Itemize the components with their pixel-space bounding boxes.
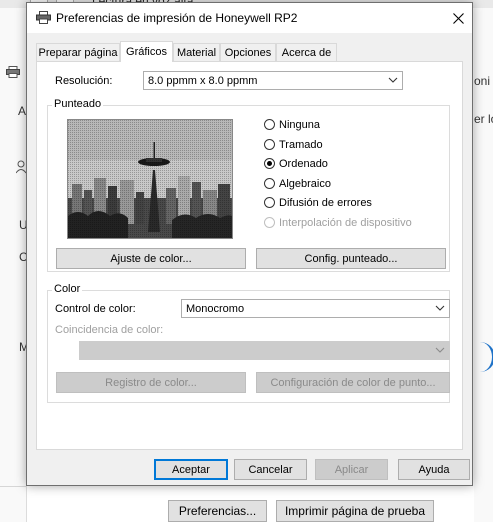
tab-opciones[interactable]: Opciones	[220, 43, 276, 61]
dither-option-difusion-errores[interactable]: Difusión de errores	[264, 195, 372, 210]
radio-button-disabled	[264, 217, 275, 228]
radio-button-selected[interactable]	[264, 158, 275, 169]
graphics-tab-panel: Resolución: 8.0 ppmm x 8.0 ppmm Punteado	[36, 61, 463, 450]
chevron-down-icon	[435, 305, 445, 311]
user-icon	[16, 160, 26, 174]
background-divider	[0, 486, 26, 487]
background-text-fragment: er lo	[474, 112, 493, 126]
chevron-down-icon	[388, 77, 398, 83]
chevron-down-icon	[435, 347, 445, 353]
dithering-preview-image	[67, 119, 233, 239]
dot-color-config-button: Configuración de color de punto...	[256, 372, 450, 393]
dither-option-ordenado[interactable]: Ordenado	[264, 156, 328, 171]
color-group-label: Color	[52, 283, 83, 295]
dither-option-tramado[interactable]: Tramado	[264, 137, 323, 152]
tab-acerca-de[interactable]: Acerca de	[276, 43, 337, 61]
dither-config-button[interactable]: Config. punteado...	[256, 248, 446, 269]
background-text-fragment: oni	[474, 74, 491, 88]
background-text-fragment: A	[18, 104, 27, 118]
background-left-panel: A U C M	[0, 8, 29, 522]
color-control-value: Monocromo	[186, 302, 245, 315]
color-control-select[interactable]: Monocromo	[181, 299, 450, 318]
color-adjust-button[interactable]: Ajuste de color...	[56, 248, 246, 269]
tab-preparar-pagina[interactable]: Preparar página	[36, 43, 120, 61]
resolution-label: Resolución:	[55, 75, 113, 87]
cancel-button[interactable]: Cancelar	[234, 459, 307, 480]
ok-button[interactable]: Aceptar	[154, 459, 228, 480]
print-test-page-button[interactable]: Imprimir página de prueba	[276, 500, 434, 522]
color-register-button: Registro de color...	[56, 372, 246, 393]
radio-button[interactable]	[264, 139, 275, 150]
printer-icon	[36, 11, 51, 24]
close-button[interactable]	[446, 6, 470, 30]
close-icon	[452, 12, 464, 24]
dither-option-label: Difusión de errores	[279, 196, 372, 209]
dither-option-ninguna[interactable]: Ninguna	[264, 117, 320, 132]
dither-option-label: Interpolación de dispositivo	[279, 216, 412, 229]
color-control-label: Control de color:	[55, 303, 136, 315]
resolution-value: 8.0 ppmm x 8.0 ppmm	[148, 74, 258, 87]
dither-option-label: Ninguna	[279, 118, 320, 131]
background-progress-ring	[476, 342, 493, 372]
radio-button[interactable]	[264, 197, 275, 208]
radio-button[interactable]	[264, 178, 275, 189]
dither-option-interpolacion: Interpolación de dispositivo	[264, 215, 412, 230]
color-match-label: Coincidencia de color:	[55, 324, 164, 336]
printer-icon	[6, 66, 20, 78]
background-right-panel: oni er lo	[474, 8, 493, 522]
preferences-button[interactable]: Preferencias...	[168, 500, 267, 522]
city-skyline-image	[68, 120, 232, 238]
dither-option-label: Ordenado	[279, 157, 328, 170]
radio-button[interactable]	[264, 119, 275, 130]
dialog-title: Preferencias de impresión de Honeywell R…	[56, 11, 298, 25]
apply-button: Aplicar	[315, 459, 388, 480]
dither-option-algebraico[interactable]: Algebraico	[264, 176, 331, 191]
color-match-select	[79, 341, 450, 360]
help-button[interactable]: Ayuda	[398, 459, 470, 480]
dialog-titlebar: Preferencias de impresión de Honeywell R…	[27, 3, 472, 33]
dither-option-label: Tramado	[279, 138, 323, 151]
tab-material[interactable]: Material	[173, 43, 220, 61]
print-preferences-dialog: Preferencias de impresión de Honeywell R…	[26, 2, 473, 486]
resolution-select[interactable]: 8.0 ppmm x 8.0 ppmm	[143, 71, 403, 90]
dither-option-label: Algebraico	[279, 177, 331, 190]
dithering-group-label: Punteado	[52, 98, 104, 110]
tab-graficos[interactable]: Gráficos	[120, 41, 173, 62]
